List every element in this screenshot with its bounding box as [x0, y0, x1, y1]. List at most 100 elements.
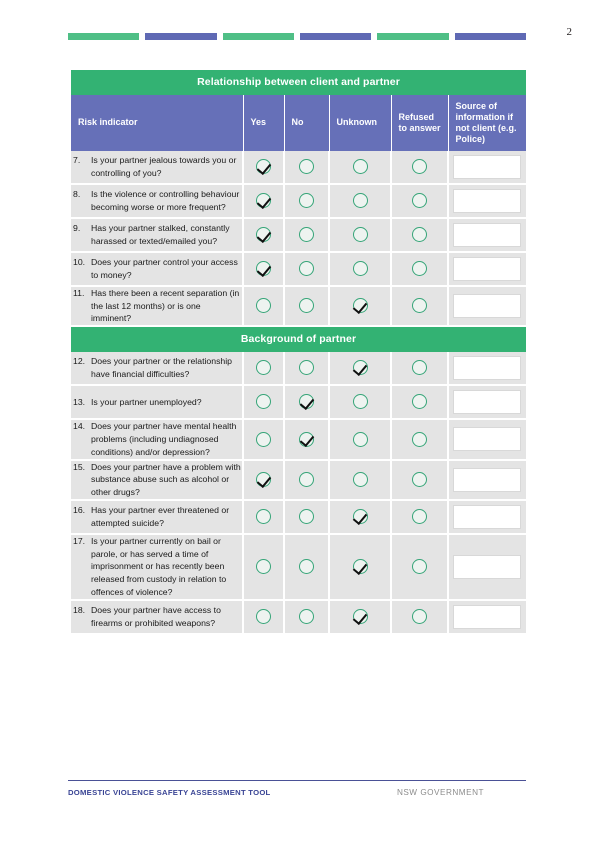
source-of-information-cell[interactable]: [448, 352, 527, 387]
radio-no-icon[interactable]: [299, 159, 314, 175]
answer-cell-no[interactable]: [284, 352, 330, 387]
radio-unknown-checked-icon[interactable]: [352, 509, 368, 525]
source-of-information-cell[interactable]: [448, 499, 527, 535]
answer-cell-yes[interactable]: [243, 459, 285, 501]
answer-cell-unknown[interactable]: [329, 352, 392, 387]
radio-no-icon[interactable]: [299, 509, 314, 525]
source-of-information-cell[interactable]: [448, 419, 527, 461]
answer-cell-unknown[interactable]: [329, 183, 392, 219]
answer-cell-no[interactable]: [284, 533, 330, 601]
radio-unknown-icon[interactable]: [352, 227, 368, 243]
radio-unknown-checked-icon[interactable]: [352, 360, 368, 376]
radio-refused-icon[interactable]: [412, 559, 427, 575]
radio-yes-checked-icon[interactable]: [256, 227, 271, 243]
source-of-information-cell[interactable]: [448, 183, 527, 219]
radio-yes-icon[interactable]: [256, 431, 271, 447]
radio-no-icon[interactable]: [299, 360, 314, 376]
answer-cell-no[interactable]: [284, 183, 330, 219]
answer-cell-no[interactable]: [284, 599, 330, 635]
radio-yes-checked-icon[interactable]: [256, 159, 271, 175]
answer-cell-yes[interactable]: [243, 285, 285, 328]
answer-cell-refused[interactable]: [391, 251, 449, 287]
source-of-information-input[interactable]: [453, 554, 522, 579]
answer-cell-refused[interactable]: [391, 533, 449, 601]
radio-refused-icon[interactable]: [412, 159, 427, 175]
source-of-information-cell[interactable]: [448, 533, 527, 601]
answer-cell-unknown[interactable]: [329, 385, 392, 421]
radio-yes-icon[interactable]: [256, 298, 271, 314]
answer-cell-unknown[interactable]: [329, 217, 392, 253]
radio-yes-icon[interactable]: [256, 559, 271, 575]
radio-no-icon[interactable]: [299, 227, 314, 243]
source-of-information-input[interactable]: [453, 294, 522, 319]
answer-cell-unknown[interactable]: [329, 459, 392, 501]
source-of-information-cell[interactable]: [448, 285, 527, 328]
radio-unknown-icon[interactable]: [352, 472, 368, 487]
radio-no-checked-icon[interactable]: [299, 431, 314, 447]
radio-refused-icon[interactable]: [412, 227, 427, 243]
radio-no-icon[interactable]: [299, 609, 314, 625]
source-of-information-input[interactable]: [453, 188, 522, 213]
answer-cell-refused[interactable]: [391, 285, 449, 328]
answer-cell-no[interactable]: [284, 251, 330, 287]
answer-cell-unknown[interactable]: [329, 150, 392, 185]
radio-refused-icon[interactable]: [412, 193, 427, 209]
answer-cell-refused[interactable]: [391, 419, 449, 461]
radio-unknown-icon[interactable]: [352, 159, 368, 175]
radio-unknown-checked-icon[interactable]: [352, 609, 368, 625]
answer-cell-yes[interactable]: [243, 352, 285, 387]
source-of-information-cell[interactable]: [448, 385, 527, 421]
answer-cell-unknown[interactable]: [329, 419, 392, 461]
source-of-information-cell[interactable]: [448, 599, 527, 635]
radio-refused-icon[interactable]: [412, 472, 427, 487]
answer-cell-no[interactable]: [284, 217, 330, 253]
radio-refused-icon[interactable]: [412, 261, 427, 277]
source-of-information-input[interactable]: [453, 504, 522, 529]
answer-cell-no[interactable]: [284, 150, 330, 185]
answer-cell-yes[interactable]: [243, 150, 285, 185]
radio-yes-icon[interactable]: [256, 509, 271, 525]
radio-unknown-icon[interactable]: [352, 394, 368, 410]
answer-cell-yes[interactable]: [243, 419, 285, 461]
answer-cell-no[interactable]: [284, 499, 330, 535]
radio-refused-icon[interactable]: [412, 431, 427, 447]
radio-unknown-checked-icon[interactable]: [352, 298, 368, 314]
radio-yes-checked-icon[interactable]: [256, 472, 271, 487]
answer-cell-yes[interactable]: [243, 251, 285, 287]
radio-refused-icon[interactable]: [412, 360, 427, 376]
radio-unknown-checked-icon[interactable]: [352, 559, 368, 575]
answer-cell-yes[interactable]: [243, 385, 285, 421]
answer-cell-no[interactable]: [284, 419, 330, 461]
answer-cell-refused[interactable]: [391, 599, 449, 635]
source-of-information-input[interactable]: [453, 356, 522, 381]
answer-cell-yes[interactable]: [243, 183, 285, 219]
source-of-information-input[interactable]: [453, 467, 522, 492]
source-of-information-input[interactable]: [453, 427, 522, 452]
answer-cell-refused[interactable]: [391, 352, 449, 387]
answer-cell-yes[interactable]: [243, 499, 285, 535]
radio-unknown-icon[interactable]: [352, 261, 368, 277]
answer-cell-no[interactable]: [284, 285, 330, 328]
source-of-information-input[interactable]: [453, 222, 522, 247]
answer-cell-unknown[interactable]: [329, 533, 392, 601]
radio-yes-checked-icon[interactable]: [256, 261, 271, 277]
source-of-information-input[interactable]: [453, 256, 522, 281]
source-of-information-input[interactable]: [453, 154, 522, 179]
source-of-information-cell[interactable]: [448, 150, 527, 185]
radio-yes-icon[interactable]: [256, 360, 271, 376]
radio-refused-icon[interactable]: [412, 298, 427, 314]
radio-yes-icon[interactable]: [256, 394, 271, 410]
radio-no-icon[interactable]: [299, 559, 314, 575]
source-of-information-input[interactable]: [453, 604, 522, 629]
radio-no-checked-icon[interactable]: [299, 394, 314, 410]
answer-cell-no[interactable]: [284, 385, 330, 421]
answer-cell-refused[interactable]: [391, 183, 449, 219]
answer-cell-no[interactable]: [284, 459, 330, 501]
answer-cell-yes[interactable]: [243, 533, 285, 601]
answer-cell-unknown[interactable]: [329, 499, 392, 535]
answer-cell-refused[interactable]: [391, 459, 449, 501]
source-of-information-input[interactable]: [453, 390, 522, 415]
source-of-information-cell[interactable]: [448, 251, 527, 287]
answer-cell-refused[interactable]: [391, 385, 449, 421]
radio-refused-icon[interactable]: [412, 394, 427, 410]
